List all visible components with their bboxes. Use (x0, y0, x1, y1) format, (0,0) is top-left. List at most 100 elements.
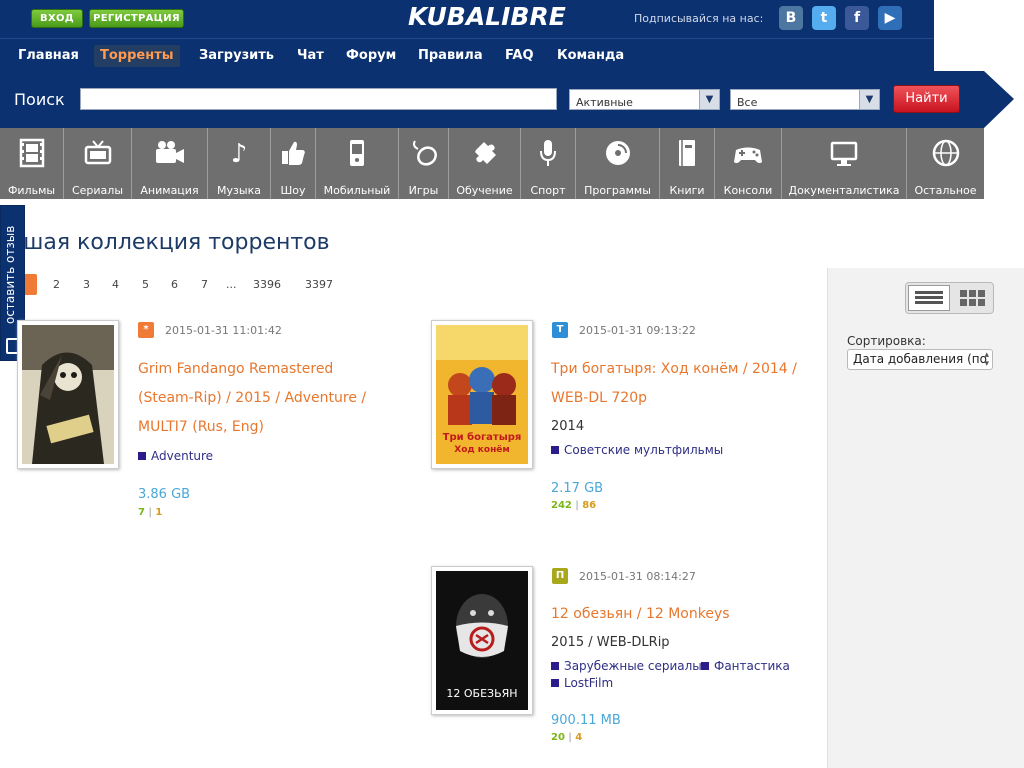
category-label: Шоу (280, 184, 306, 197)
category-badge: * (138, 322, 154, 338)
page-link[interactable]: 7 (201, 278, 208, 291)
facebook-icon[interactable]: f (845, 6, 869, 30)
page-link[interactable]: 2 (53, 278, 60, 291)
torrent-title-line: WEB-DL 720p (551, 390, 647, 406)
top-header: ВХОД РЕГИСТРАЦИЯ KUBALIBRE Подписывайся … (0, 0, 934, 38)
page-link[interactable]: 6 (171, 278, 178, 291)
category-label: Остальное (914, 184, 977, 197)
category-mobile[interactable]: Мобильный (316, 128, 399, 199)
torrent-tag[interactable]: Зарубежные сериалы (551, 659, 702, 673)
category-show[interactable]: Шоу (271, 128, 316, 199)
category-series[interactable]: Сериалы (64, 128, 132, 199)
vk-icon[interactable]: В (779, 6, 803, 30)
torrent-tag[interactable]: Советские мультфильмы (551, 443, 723, 457)
category-select[interactable]: Все ▼ (730, 89, 880, 110)
main-nav: Главная Торренты Загрузить Чат Форум Пра… (0, 38, 934, 71)
category-programs[interactable]: Программы (576, 128, 660, 199)
category-label: Анимация (140, 184, 199, 197)
page-link[interactable]: 5 (142, 278, 149, 291)
mobile-icon (316, 138, 398, 176)
category-label: Игры (408, 184, 439, 197)
page-link[interactable]: 3397 (305, 278, 333, 291)
torrent-poster[interactable]: Три богатыря Ход конём (431, 320, 533, 469)
torrent-title[interactable]: 12 обезьян / 12 Monkeys (551, 600, 821, 629)
microphone-icon (521, 138, 575, 176)
torrent-title[interactable]: Три богатыря: Ход конём / 2014 / WEB-DL … (551, 355, 821, 413)
nav-item-rules[interactable]: Правила (412, 45, 489, 67)
page-heading: Самая большая коллекция торрентов (0, 230, 900, 264)
category-sport[interactable]: Спорт (521, 128, 576, 199)
category-books[interactable]: Книги (660, 128, 715, 199)
torrent-tag[interactable]: LostFilm (551, 676, 613, 690)
list-view-button[interactable] (908, 285, 950, 311)
twitter-icon[interactable]: t (812, 6, 836, 30)
torrent-tag[interactable]: Фантастика (701, 659, 790, 673)
site-logo[interactable]: KUBALIBRE (408, 2, 566, 31)
category-other[interactable]: Остальное (907, 128, 984, 199)
chevron-down-icon[interactable]: ▼ (859, 90, 879, 109)
category-label: Фильмы (7, 184, 56, 197)
view-toggle (905, 282, 994, 314)
torrent-date: 2015-01-31 09:13:22 (579, 324, 696, 337)
find-button[interactable]: Найти (893, 85, 960, 113)
torrent-peers: 7 | 1 (138, 507, 163, 518)
category-label: Обучение (456, 184, 513, 197)
nav-item-forum[interactable]: Форум (340, 45, 402, 67)
torrent-size: 2.17 GB (551, 481, 604, 496)
tag-square-icon (138, 452, 146, 460)
category-bar: Фильмы Сериалы Анимация ♪ Музыка Шоу Моб… (0, 128, 984, 199)
torrent-poster[interactable] (17, 320, 119, 469)
poster-image (22, 325, 114, 464)
category-label: Сериалы (71, 184, 124, 197)
nav-item-faq[interactable]: FAQ (499, 45, 540, 67)
register-button[interactable]: РЕГИСТРАЦИЯ (89, 9, 184, 28)
svg-text:12 ОБЕЗЬЯН: 12 ОБЕЗЬЯН (446, 687, 517, 700)
category-label: Программы (584, 184, 651, 197)
mouse-icon (399, 138, 448, 176)
camera-icon (132, 138, 207, 176)
page-link[interactable]: 3396 (253, 278, 281, 291)
tag-square-icon (551, 662, 559, 670)
puzzle-icon (449, 138, 520, 176)
category-games[interactable]: Игры (399, 128, 449, 199)
music-icon: ♪ (230, 139, 248, 169)
search-input[interactable] (80, 88, 557, 110)
login-button[interactable]: ВХОД (31, 9, 83, 28)
torrent-title-line: MULTI7 (Rus, Eng) (138, 419, 264, 435)
page-link[interactable]: 3 (83, 278, 90, 291)
category-consoles[interactable]: Консоли (715, 128, 782, 199)
grid-view-button[interactable] (952, 285, 992, 311)
leechers-count: 4 (575, 732, 583, 743)
nav-item-upload[interactable]: Загрузить (193, 45, 280, 67)
torrent-title[interactable]: Grim Fandango Remastered (Steam-Rip) / 2… (138, 355, 408, 442)
torrent-poster[interactable]: 12 ОБЕЗЬЯН (431, 566, 533, 715)
gamepad-icon (715, 138, 781, 176)
tag-square-icon (551, 679, 559, 687)
category-education[interactable]: Обучение (449, 128, 521, 199)
nav-item-chat[interactable]: Чат (291, 45, 330, 67)
torrent-peers: 20 | 4 (551, 732, 583, 743)
youtube-icon[interactable]: ▶ (878, 6, 902, 30)
nav-item-torrents[interactable]: Торренты (94, 45, 180, 67)
category-animation[interactable]: Анимация (132, 128, 208, 199)
torrent-info: 2014 (551, 419, 585, 434)
torrent-peers: 242 | 86 (551, 500, 597, 511)
category-label: Спорт (530, 184, 566, 197)
sort-select[interactable]: Дата добавления (по ▴ ▾ (847, 349, 993, 370)
category-badge: Т (552, 322, 568, 338)
tv-icon (64, 138, 131, 176)
chevron-down-icon[interactable]: ▼ (699, 90, 719, 109)
sort-select-value: Дата добавления (по (853, 352, 987, 366)
category-music[interactable]: ♪ Музыка (208, 128, 271, 199)
film-icon (0, 138, 63, 176)
torrent-tag[interactable]: Adventure (138, 449, 213, 463)
category-documentary[interactable]: Документалистика (782, 128, 907, 199)
poster-image: 12 ОБЕЗЬЯН (436, 571, 528, 710)
page-link[interactable]: 4 (112, 278, 119, 291)
nav-item-team[interactable]: Команда (551, 45, 630, 67)
category-films[interactable]: Фильмы (0, 128, 64, 199)
category-label: Книги (669, 184, 705, 197)
nav-item-home[interactable]: Главная (12, 45, 85, 67)
torrent-size: 3.86 GB (138, 487, 191, 502)
status-select[interactable]: Активные ▼ (569, 89, 720, 110)
